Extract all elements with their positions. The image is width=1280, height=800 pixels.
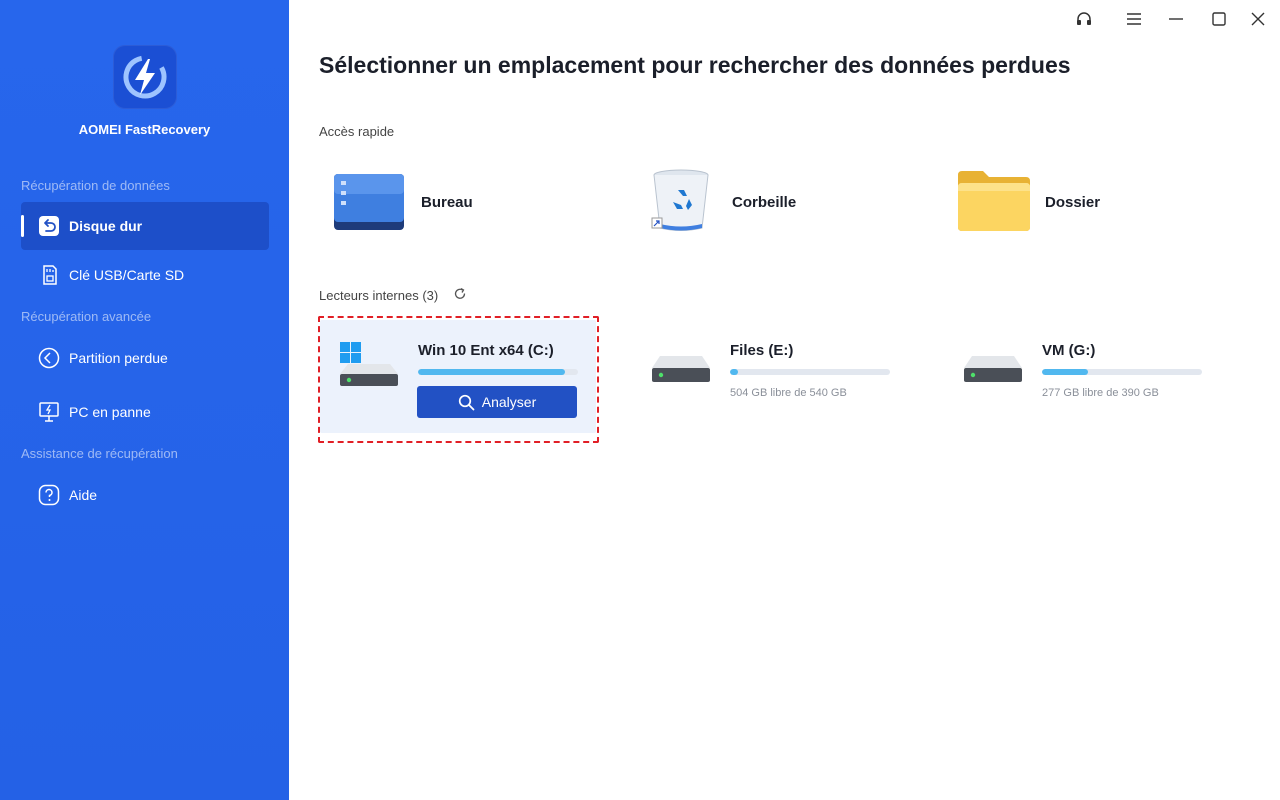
analyze-button-label: Analyser xyxy=(481,394,537,410)
menu-icon xyxy=(1126,12,1142,31)
quick-access-label-recycle-bin: Corbeille xyxy=(732,193,797,211)
internal-drives-label: Lecteurs internes (3) xyxy=(319,288,439,303)
drive-name-e: Files (E:) xyxy=(730,342,794,359)
support-button[interactable] xyxy=(1072,10,1096,32)
section-title-advanced-recovery: Récupération avancée xyxy=(21,309,152,324)
minimize-icon xyxy=(1168,12,1184,31)
sidebar-item-usb-sd[interactable]: Clé USB/Carte SD xyxy=(21,251,269,299)
drive-usage-bar-e xyxy=(730,369,890,375)
sidebar-item-label: Disque dur xyxy=(69,218,143,234)
app-logo-icon xyxy=(113,45,177,109)
page-title: Sélectionner un emplacement pour recherc… xyxy=(319,52,1071,78)
drive-usage-bar-g xyxy=(1042,369,1202,375)
windows-drive-icon xyxy=(340,342,400,393)
sidebar: AOMEI FastRecovery Récupération de donné… xyxy=(0,0,289,800)
minimize-button[interactable] xyxy=(1164,10,1188,32)
refresh-icon xyxy=(453,287,467,305)
support-icon xyxy=(1075,10,1093,33)
sidebar-item-hard-disk[interactable]: Disque dur xyxy=(21,202,269,250)
maximize-button[interactable] xyxy=(1207,10,1231,32)
maximize-icon xyxy=(1211,11,1227,32)
folder-icon xyxy=(957,167,1031,238)
quick-access-folder[interactable]: Dossier xyxy=(957,166,1100,238)
sidebar-item-help[interactable]: Aide xyxy=(21,471,269,519)
close-icon xyxy=(1250,11,1266,32)
drive-usage-bar-c xyxy=(418,369,578,375)
drive-card-e[interactable]: Files (E:) 504 GB libre de 540 GB xyxy=(632,320,908,433)
help-icon xyxy=(38,484,60,506)
refresh-button[interactable] xyxy=(453,287,467,301)
drive-free-space-g: 277 GB libre de 390 GB xyxy=(1042,387,1159,399)
crashed-pc-icon xyxy=(38,401,60,423)
quick-access-recycle-bin[interactable]: Corbeille xyxy=(648,166,796,238)
sidebar-item-crashed-pc[interactable]: PC en panne xyxy=(21,388,269,436)
section-title-recovery-help: Assistance de récupération xyxy=(21,446,178,461)
sidebar-item-label: PC en panne xyxy=(69,404,151,420)
sidebar-item-label: Aide xyxy=(69,487,98,503)
search-icon xyxy=(458,394,475,411)
drive-card-c[interactable]: Win 10 Ent x64 (C:) Analyser xyxy=(320,320,596,433)
drive-free-space-e: 504 GB libre de 540 GB xyxy=(730,387,847,399)
quick-access-label: Accès rapide xyxy=(319,124,395,139)
hard-disk-restore-icon xyxy=(38,215,60,237)
quick-access-label-folder: Dossier xyxy=(1045,193,1101,211)
sidebar-item-label: Clé USB/Carte SD xyxy=(69,267,185,283)
sidebar-item-lost-partition[interactable]: Partition perdue xyxy=(21,334,269,382)
quick-access-label-desktop: Bureau xyxy=(421,193,473,211)
drive-usage-fill-c xyxy=(418,369,566,375)
sidebar-item-label: Partition perdue xyxy=(69,350,168,366)
quick-access-desktop[interactable]: Bureau xyxy=(333,166,473,238)
hard-drive-icon xyxy=(652,356,712,393)
drive-usage-fill-e xyxy=(730,369,738,375)
section-title-data-recovery: Récupération de données xyxy=(21,178,170,193)
desktop-icon xyxy=(333,168,407,237)
drive-card-g[interactable]: VM (G:) 277 GB libre de 390 GB xyxy=(944,320,1220,433)
hard-drive-icon xyxy=(964,356,1024,393)
partition-icon xyxy=(38,347,60,369)
sd-card-icon xyxy=(38,264,60,286)
drive-usage-fill-g xyxy=(1042,369,1089,375)
analyze-button[interactable]: Analyser xyxy=(417,386,577,418)
close-button[interactable] xyxy=(1246,10,1270,32)
drive-name-g: VM (G:) xyxy=(1042,342,1096,359)
app-name: AOMEI FastRecovery xyxy=(78,122,211,137)
menu-button[interactable] xyxy=(1122,10,1146,32)
recycle-bin-icon xyxy=(648,165,718,240)
drive-name-c: Win 10 Ent x64 (C:) xyxy=(418,342,554,359)
